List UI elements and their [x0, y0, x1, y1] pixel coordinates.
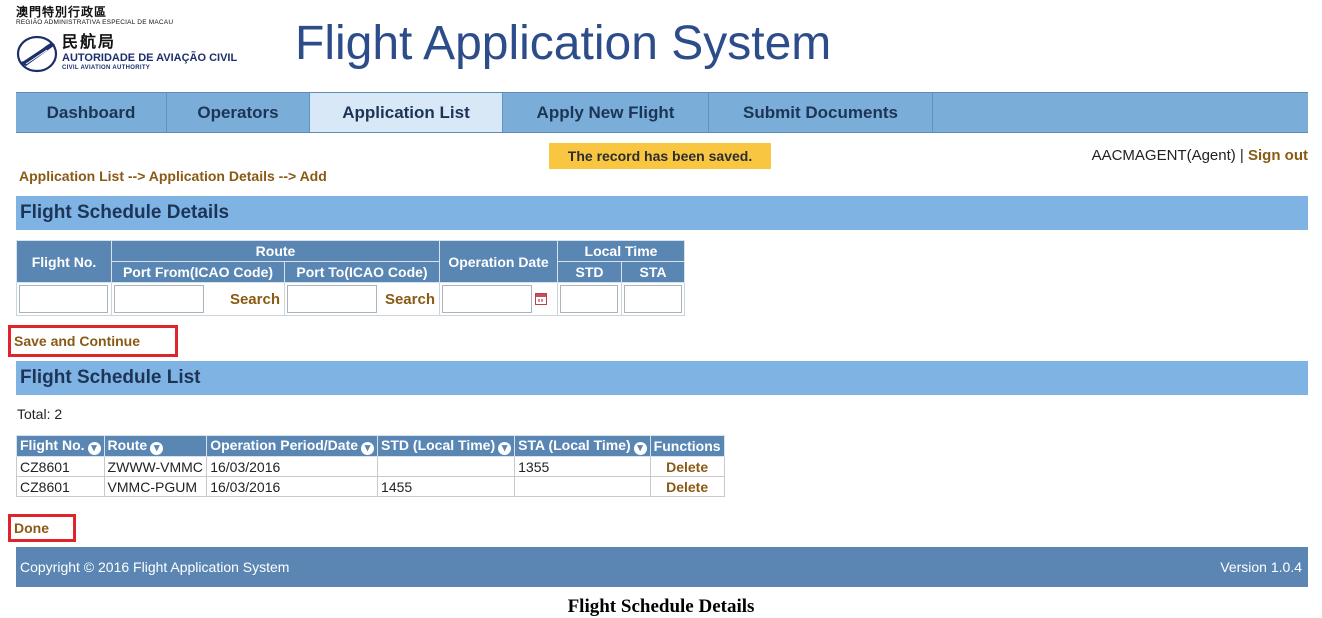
breadcrumb: Application List --> Application Details…	[19, 168, 327, 184]
port-from-input[interactable]	[114, 285, 204, 313]
list-col-operation-date[interactable]: Operation Period/Date ▾	[206, 435, 379, 457]
schedule-list-table: Flight No. ▾ Route ▾ Operation Period/Date…	[16, 435, 725, 497]
tab-submit-documents[interactable]: Submit Documents	[709, 93, 933, 132]
done-button[interactable]: Done	[8, 514, 76, 542]
port-to-search-button[interactable]: Search	[385, 291, 437, 308]
user-separator: |	[1235, 147, 1248, 164]
list-col-functions: Functions	[649, 435, 725, 457]
schedule-entry-table: Flight No. Route Operation Date Local Ti…	[16, 240, 685, 316]
cell-date: 16/03/2016	[206, 476, 379, 497]
total-count: Total: 2	[17, 406, 63, 422]
cell-route: ZWWW-VMMC	[103, 456, 208, 477]
logo-line-english-authority: CIVIL AVIATION AUTHORITY	[62, 65, 151, 71]
logo-line-portuguese-region: REGIÃO ADMINISTRATIVA ESPECIAL DE MACAU	[16, 19, 174, 26]
cell-flight-no: CZ8601	[16, 476, 105, 497]
delete-button[interactable]: Delete	[666, 479, 708, 495]
list-col-label: Flight No.	[20, 437, 85, 453]
breadcrumb-add[interactable]: Add	[300, 168, 327, 184]
version-text: Version 1.0.4	[1220, 559, 1302, 575]
figure-caption: Flight Schedule Details	[567, 596, 755, 617]
tab-apply-new-flight[interactable]: Apply New Flight	[503, 93, 709, 132]
saved-status-badge: The record has been saved.	[549, 143, 771, 169]
list-col-label: Operation Period/Date	[210, 437, 359, 453]
tab-operators[interactable]: Operators	[167, 93, 310, 132]
col-sta: STA	[621, 261, 685, 283]
tab-application-list[interactable]: Application List	[310, 93, 503, 132]
list-col-sta[interactable]: STA (Local Time) ▾	[514, 435, 651, 457]
sort-circle-icon[interactable]: ▾	[361, 442, 375, 455]
list-col-label: STA (Local Time)	[518, 437, 631, 453]
list-col-route[interactable]: Route ▾	[103, 435, 208, 457]
breadcrumb-application-list[interactable]: Application List	[19, 168, 124, 184]
delete-button[interactable]: Delete	[666, 459, 708, 475]
col-port-to: Port To(ICAO Code)	[284, 261, 440, 283]
col-port-from: Port From(ICAO Code)	[111, 261, 285, 283]
col-operation-date: Operation Date	[439, 240, 558, 283]
cell-sta: 1355	[514, 456, 651, 477]
airplane-emblem-icon	[16, 35, 58, 73]
cell-date: 16/03/2016	[206, 456, 379, 477]
logo-line-chinese-region: 澳門特別行政區	[16, 5, 108, 19]
list-col-label: STD (Local Time)	[381, 437, 496, 453]
save-and-continue-button[interactable]: Save and Continue	[8, 325, 178, 357]
logo-line-portuguese-authority: AUTORIDADE DE AVIAÇÃO CIVIL	[62, 52, 238, 64]
col-route: Route	[111, 240, 440, 262]
operation-date-input[interactable]	[442, 285, 532, 313]
sort-circle-icon[interactable]: ▾	[633, 442, 647, 455]
cell-std: 1455	[377, 476, 516, 497]
sta-input[interactable]	[624, 285, 682, 313]
port-to-input[interactable]	[287, 285, 377, 313]
list-col-label: Route	[107, 437, 148, 453]
table-row: CZ8601 VMMC-PGUM 16/03/2016 1455 Delete	[16, 476, 725, 497]
table-row: CZ8601 ZWWW-VMMC 16/03/2016 1355 Delete	[16, 456, 725, 477]
breadcrumb-separator: -->	[124, 168, 149, 184]
std-input[interactable]	[560, 285, 618, 313]
caa-logo: 澳門特別行政區 REGIÃO ADMINISTRATIVA ESPECIAL D…	[16, 6, 266, 82]
tab-dashboard[interactable]: Dashboard	[16, 93, 167, 132]
col-std: STD	[557, 261, 622, 283]
sort-circle-icon[interactable]: ▾	[87, 442, 101, 455]
logo-line-chinese-authority: 民航局	[62, 32, 117, 51]
breadcrumb-application-details[interactable]: Application Details	[149, 168, 275, 184]
schedule-list-header: Flight Schedule List	[16, 361, 1308, 395]
list-col-flight-no[interactable]: Flight No. ▾	[16, 435, 105, 457]
schedule-details-header: Flight Schedule Details	[16, 196, 1308, 230]
col-local-time: Local Time	[557, 240, 685, 262]
main-nav: Dashboard Operators Application List App…	[16, 92, 1308, 133]
app-title: Flight Application System	[295, 17, 832, 70]
copyright-text: Copyright © 2016 Flight Application Syst…	[20, 559, 290, 575]
port-from-search-button[interactable]: Search	[230, 291, 282, 308]
footer: Copyright © 2016 Flight Application Syst…	[16, 547, 1308, 587]
breadcrumb-separator: -->	[274, 168, 300, 184]
sign-out-link[interactable]: Sign out	[1248, 147, 1308, 164]
flight-no-input[interactable]	[19, 285, 108, 313]
cell-std	[377, 456, 516, 477]
sort-circle-icon[interactable]: ▾	[498, 442, 512, 455]
user-area: AACMAGENT(Agent) | Sign out	[1092, 147, 1308, 164]
col-flight-no: Flight No.	[16, 240, 112, 283]
cell-flight-no: CZ8601	[16, 456, 105, 477]
calendar-icon[interactable]	[535, 293, 547, 305]
cell-sta	[514, 476, 651, 497]
list-col-std[interactable]: STD (Local Time) ▾	[377, 435, 516, 457]
user-name: AACMAGENT(Agent)	[1091, 147, 1236, 164]
cell-route: VMMC-PGUM	[103, 476, 208, 497]
sort-circle-icon[interactable]: ▾	[150, 442, 164, 455]
